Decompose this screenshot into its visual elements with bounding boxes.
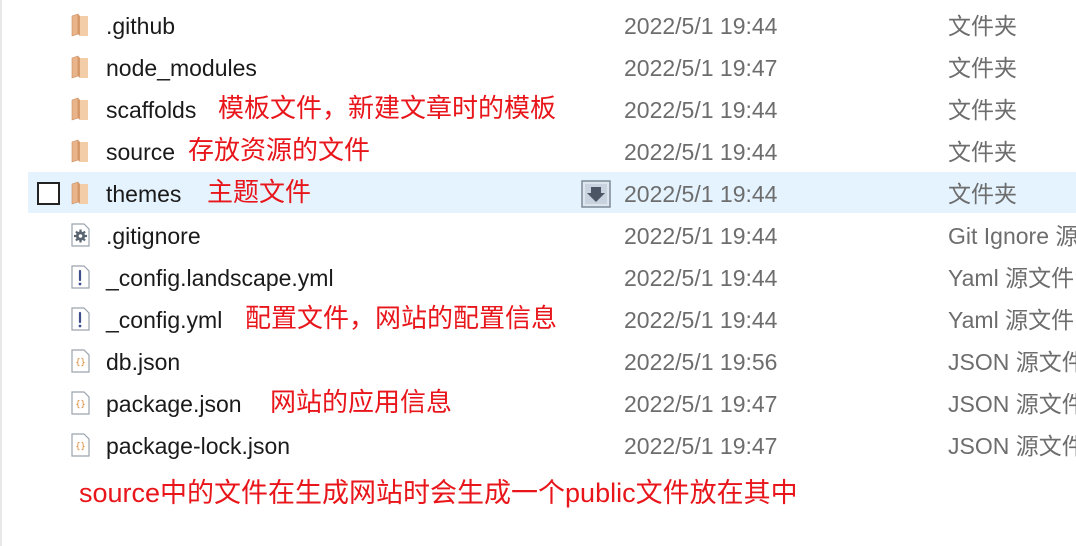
download-icon[interactable] — [581, 180, 611, 208]
file-row-scaffolds[interactable]: scaffolds 模板文件，新建文章时的模板 2022/5/1 19:44 文… — [0, 88, 1076, 130]
file-type: 文件夹 — [948, 181, 1017, 207]
file-date: 2022/5/1 19:44 — [624, 13, 778, 39]
file-type: JSON 源文件 — [948, 433, 1076, 459]
file-type: 文件夹 — [948, 55, 1017, 81]
annotation-note: 主题文件 — [207, 177, 312, 207]
selection-highlight — [28, 172, 1076, 213]
file-name: .gitignore — [106, 223, 201, 249]
exclamation-file-icon — [69, 265, 91, 289]
select-checkbox[interactable] — [37, 182, 60, 205]
file-date: 2022/5/1 19:47 — [624, 433, 778, 459]
file-row-themes[interactable]: themes 主题文件 2022/5/1 19:44 文件夹 — [0, 172, 1076, 214]
file-explorer: .github 2022/5/1 19:44 文件夹 node_modules … — [0, 0, 1076, 546]
file-date: 2022/5/1 19:56 — [624, 349, 778, 375]
file-type: Yaml 源文件 — [948, 307, 1075, 333]
file-name: source — [106, 139, 176, 165]
file-name: node_modules — [106, 55, 257, 81]
file-date: 2022/5/1 19:44 — [624, 181, 778, 207]
annotation-note: 配置文件，网站的配置信息 — [245, 303, 558, 333]
footer-annotation: source中的文件在生成网站时会生成一个public文件放在其中 — [79, 478, 798, 508]
annotation-note: 网站的应用信息 — [270, 387, 453, 417]
file-date: 2022/5/1 19:44 — [624, 265, 778, 291]
file-list: .github 2022/5/1 19:44 文件夹 node_modules … — [0, 4, 1076, 466]
annotation-note: 模板文件，新建文章时的模板 — [218, 93, 557, 123]
file-name: package.json — [106, 391, 242, 417]
json-file-icon: {} — [69, 433, 91, 457]
file-row-db-json[interactable]: {} db.json 2022/5/1 19:56 JSON 源文件 — [0, 340, 1076, 382]
gear-file-icon — [69, 223, 91, 247]
file-type: JSON 源文件 — [948, 391, 1076, 417]
json-file-icon: {} — [69, 391, 91, 415]
file-type: 文件夹 — [948, 13, 1017, 39]
file-row-gitignore[interactable]: .gitignore 2022/5/1 19:44 Git Ignore 源 — [0, 214, 1076, 256]
file-type: JSON 源文件 — [948, 349, 1076, 375]
folder-icon — [69, 55, 91, 79]
file-date: 2022/5/1 19:44 — [624, 139, 778, 165]
file-type: 文件夹 — [948, 139, 1017, 165]
file-date: 2022/5/1 19:44 — [624, 97, 778, 123]
svg-text:{}: {} — [75, 358, 85, 368]
file-type: Yaml 源文件 — [948, 265, 1075, 291]
file-name: .github — [106, 13, 176, 39]
file-type: Git Ignore 源 — [948, 223, 1076, 249]
file-row-github[interactable]: .github 2022/5/1 19:44 文件夹 — [0, 4, 1076, 46]
svg-text:{}: {} — [75, 400, 85, 410]
file-type: 文件夹 — [948, 97, 1017, 123]
file-name: package-lock.json — [106, 433, 291, 459]
file-date: 2022/5/1 19:47 — [624, 55, 778, 81]
annotation-note: 存放资源的文件 — [188, 135, 371, 165]
file-date: 2022/5/1 19:47 — [624, 391, 778, 417]
file-row-package-lock-json[interactable]: {} package-lock.json 2022/5/1 19:47 JSON… — [0, 424, 1076, 466]
file-name: _config.yml — [106, 307, 223, 333]
folder-icon — [69, 181, 91, 205]
json-file-icon: {} — [69, 349, 91, 373]
exclamation-file-icon — [69, 307, 91, 331]
file-name: scaffolds — [106, 97, 197, 123]
file-date: 2022/5/1 19:44 — [624, 223, 778, 249]
file-row-config[interactable]: _config.yml 配置文件，网站的配置信息 2022/5/1 19:44 … — [0, 298, 1076, 340]
file-name: themes — [106, 181, 182, 207]
file-row-source[interactable]: source 存放资源的文件 2022/5/1 19:44 文件夹 — [0, 130, 1076, 172]
folder-icon — [69, 139, 91, 163]
file-row-config-landscape[interactable]: _config.landscape.yml 2022/5/1 19:44 Yam… — [0, 256, 1076, 298]
folder-icon — [69, 97, 91, 121]
folder-icon — [69, 13, 91, 37]
file-row-node-modules[interactable]: node_modules 2022/5/1 19:47 文件夹 — [0, 46, 1076, 88]
file-row-package-json[interactable]: {} package.json 网站的应用信息 2022/5/1 19:47 J… — [0, 382, 1076, 424]
file-name: db.json — [106, 349, 181, 375]
file-date: 2022/5/1 19:44 — [624, 307, 778, 333]
file-name: _config.landscape.yml — [106, 265, 334, 291]
svg-text:{}: {} — [75, 442, 85, 452]
